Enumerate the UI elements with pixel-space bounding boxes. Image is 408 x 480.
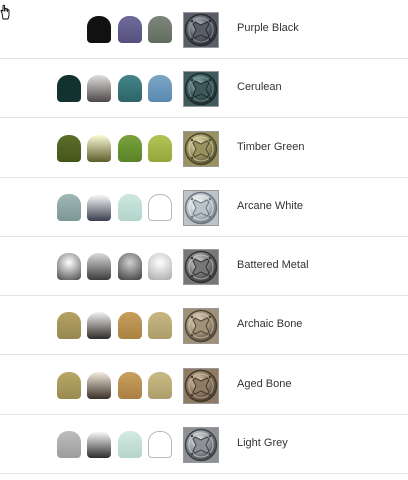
gradient-pot: [87, 193, 111, 221]
steel-pot: [118, 253, 142, 280]
color-list: Purple Black Cerulean Timber Green Arcane W…: [0, 0, 408, 480]
tan-pot: [118, 312, 142, 340]
gradient-pot: [87, 134, 111, 162]
shoulder-pad-swatch: [183, 130, 219, 167]
color-name-label: Archaic Bone: [237, 318, 303, 331]
color-name-label: Timber Green: [237, 140, 305, 153]
color-name-label: Light Grey: [237, 436, 288, 449]
color-row[interactable]: Cerulean: [0, 59, 408, 119]
color-row[interactable]: Timber Green: [0, 119, 408, 178]
gradient-pot: [87, 253, 111, 280]
khaki-pot: [57, 312, 81, 340]
green-pot: [118, 134, 142, 162]
gradient-pot: [87, 371, 111, 399]
shoulder-pad-swatch: [183, 426, 219, 463]
beige-pot: [148, 371, 172, 399]
shoulder-pad-swatch: [183, 71, 219, 108]
teal-pot: [118, 75, 142, 103]
dark-teal-pot: [57, 75, 81, 103]
gradient-pot: [87, 430, 111, 458]
color-name-label: Battered Metal: [237, 259, 309, 271]
blue-pot: [148, 75, 172, 103]
color-name-label: Cerulean: [237, 81, 282, 94]
grey-pot: [57, 430, 81, 458]
color-row[interactable]: Purple Black: [0, 0, 408, 59]
khaki-pot: [57, 371, 81, 399]
color-name-label: Purple Black: [237, 22, 299, 34]
olive-pot: [57, 134, 81, 162]
shoulder-pad-swatch: [183, 249, 219, 285]
gradient-pot: [87, 312, 111, 340]
color-name-label: Arcane White: [237, 199, 304, 212]
pale-mint-pot: [118, 430, 142, 458]
purple-pot: [118, 16, 142, 43]
white-pot: [148, 430, 172, 458]
beige-pot: [148, 312, 172, 340]
color-row[interactable]: Aged Bone: [0, 356, 408, 415]
shoulder-pad-swatch: [183, 367, 219, 404]
gradient-pot: [87, 75, 111, 103]
shoulder-pad-swatch: [183, 12, 219, 48]
black-pot: [87, 16, 111, 43]
color-row[interactable]: Archaic Bone: [0, 296, 408, 356]
tan-pot: [118, 371, 142, 399]
pale-mint-pot: [118, 193, 142, 221]
color-name-label: Aged Bone: [237, 377, 292, 390]
white-pot: [148, 193, 172, 221]
light-silver-pot: [148, 253, 172, 280]
color-row[interactable]: Battered Metal: [0, 237, 408, 296]
silver-pot: [57, 253, 81, 280]
color-row[interactable]: Arcane White: [0, 178, 408, 237]
shoulder-pad-swatch: [183, 308, 219, 345]
shoulder-pad-swatch: [183, 189, 219, 226]
grey-teal-pot: [57, 193, 81, 221]
color-row[interactable]: Light Grey: [0, 415, 408, 474]
grey-green-pot: [148, 16, 172, 43]
lime-pot: [148, 134, 172, 162]
